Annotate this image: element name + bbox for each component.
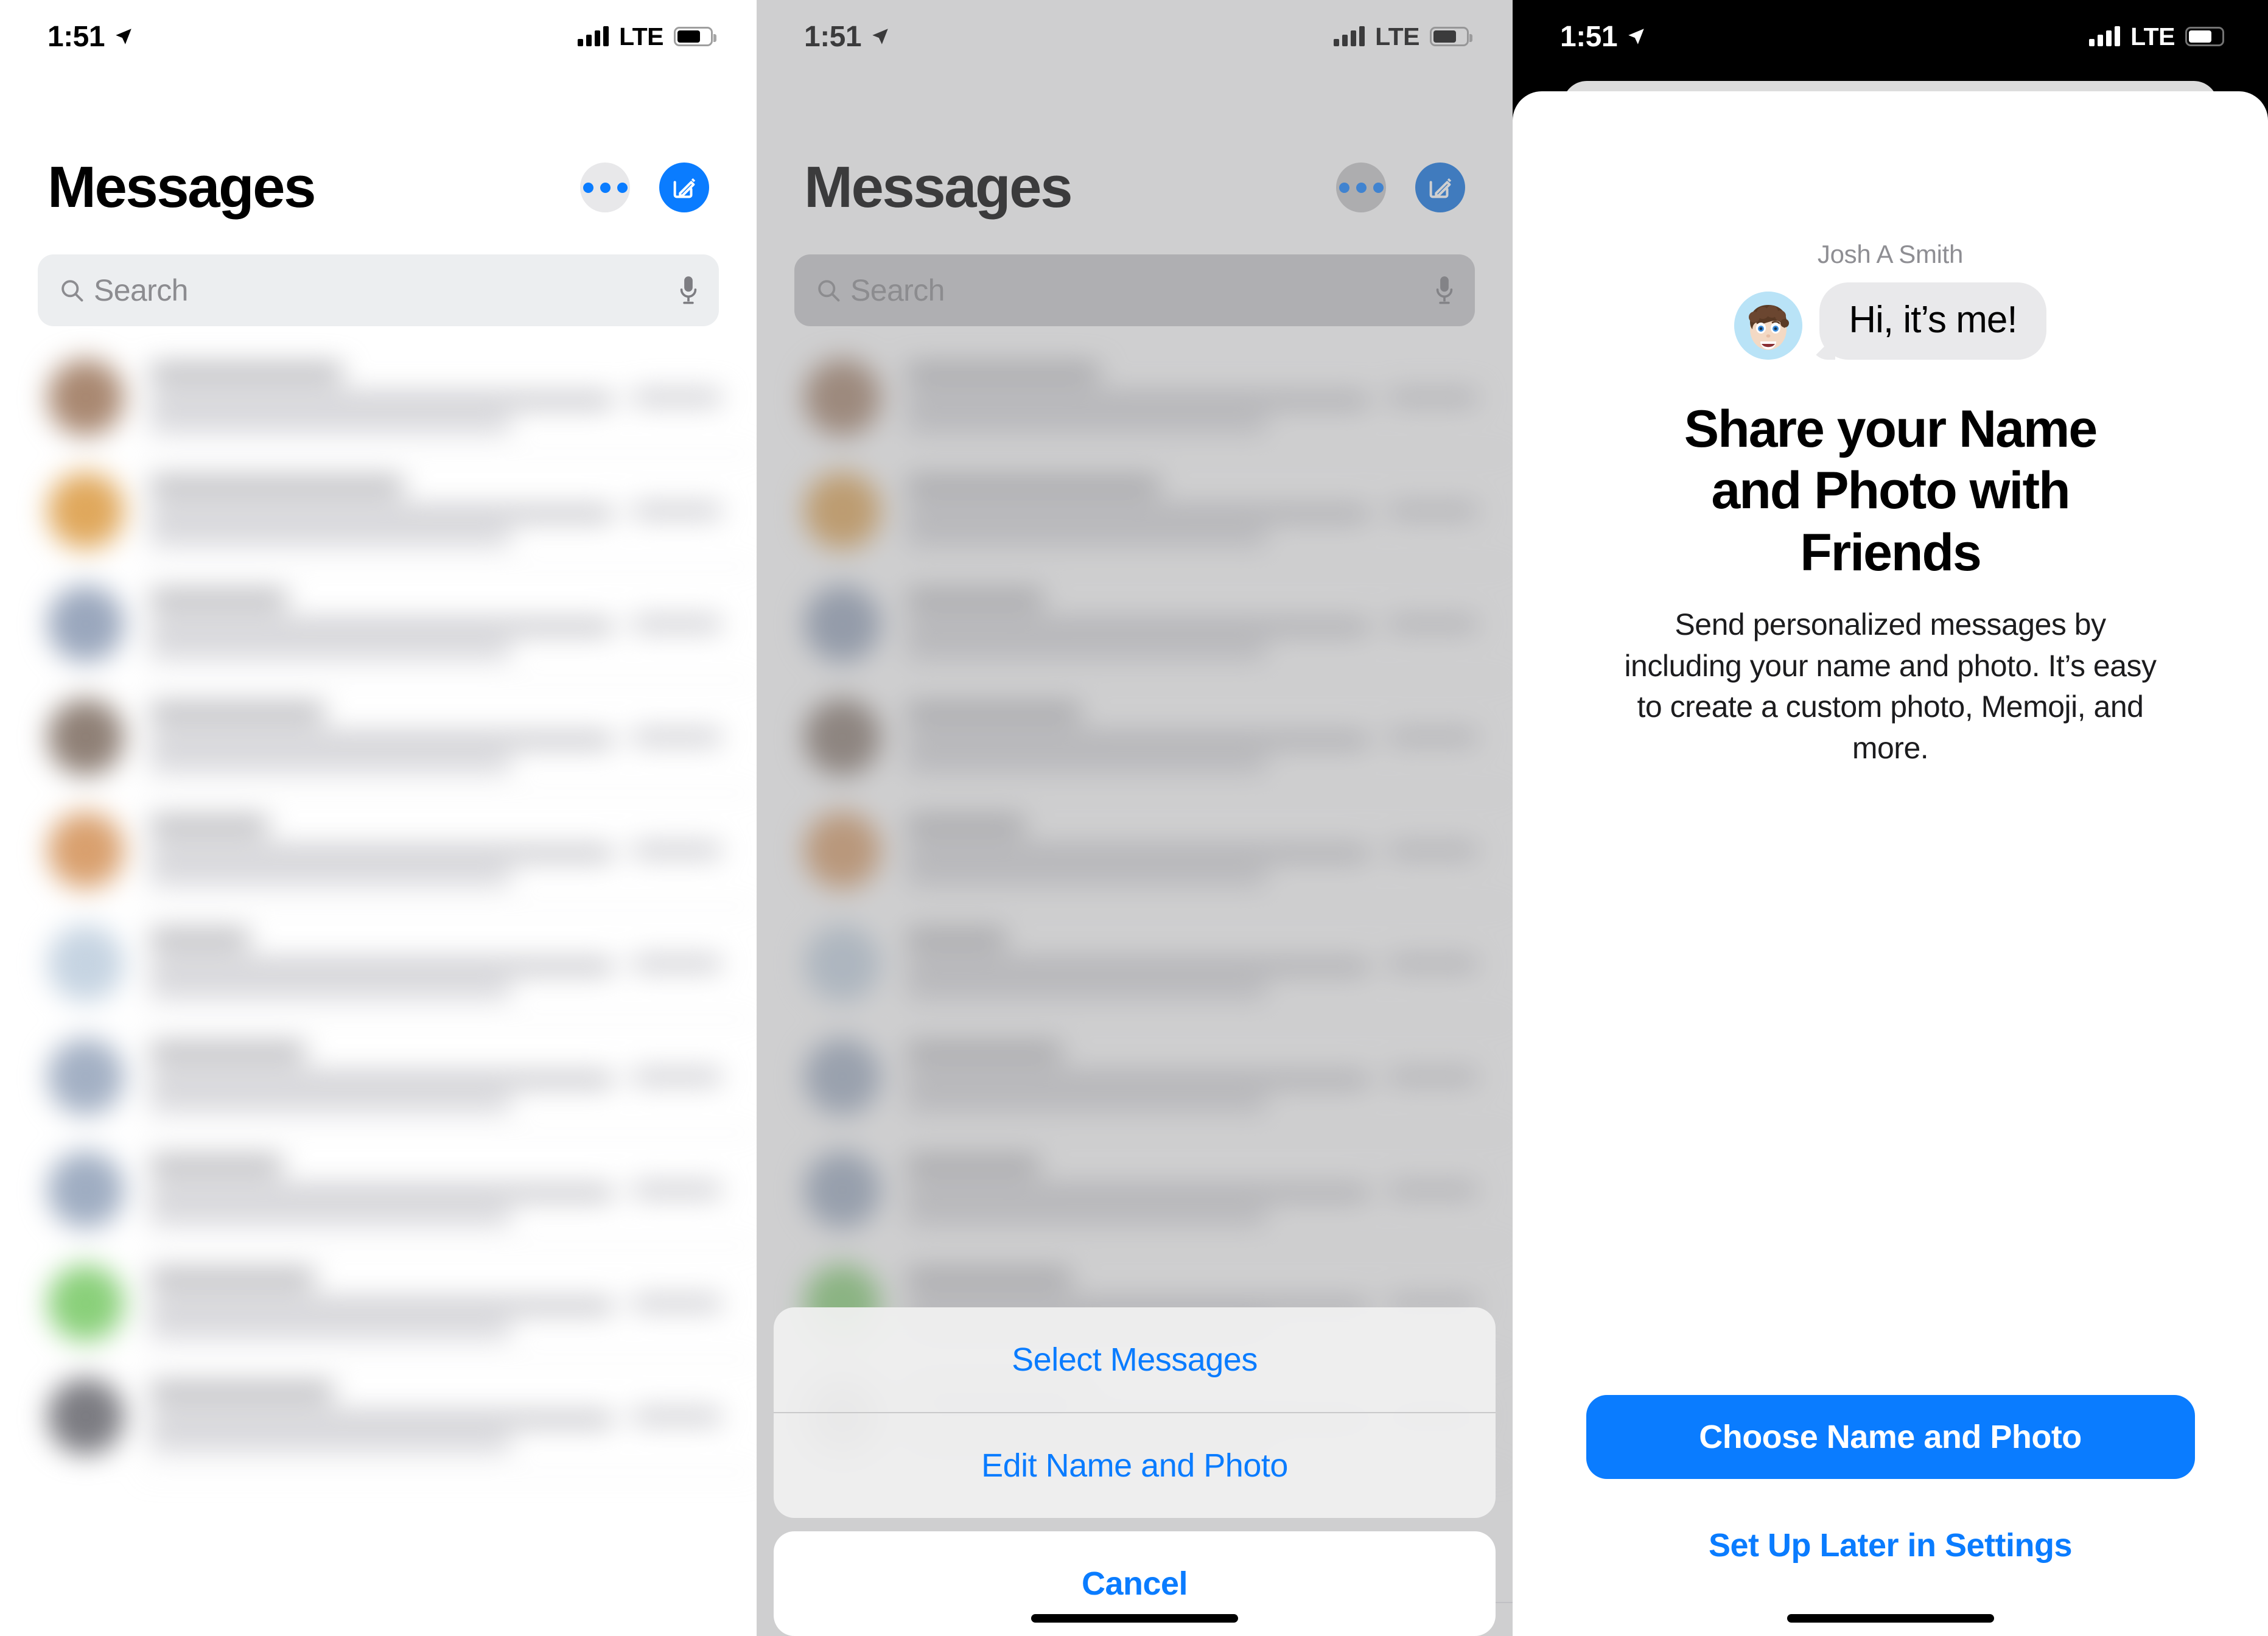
action-sheet: Select Messages Edit Name and Photo Canc… xyxy=(774,1307,1496,1636)
status-bar-time-group: 1:51 xyxy=(1560,20,1647,54)
avatar xyxy=(47,1038,124,1115)
action-sheet-options: Select Messages Edit Name and Photo xyxy=(774,1307,1496,1518)
screenshot-triptych: 1:51 LTE Messages Search 1:51 LTE Messag… xyxy=(0,0,2268,1636)
avatar xyxy=(47,925,124,1002)
home-indicator[interactable] xyxy=(1787,1614,1994,1623)
share-name-photo-modal: Josh A Smith Hi, it’s me! Share your Nam… xyxy=(1513,91,2268,1636)
preview-sender-name: Josh A Smith xyxy=(1817,240,1964,268)
location-arrow-icon xyxy=(116,29,131,44)
compose-icon xyxy=(673,178,696,198)
panel-share-name-photo: 1:51 LTE Josh A Smith Hi, it’s me! Share… xyxy=(1513,0,2268,1636)
search-icon xyxy=(61,280,83,302)
more-button[interactable] xyxy=(580,163,630,212)
status-time: 1:51 xyxy=(47,20,105,53)
timestamp xyxy=(631,504,723,517)
battery-icon xyxy=(2185,27,2228,46)
status-bar: 1:51 LTE xyxy=(0,0,757,73)
network-label: LTE xyxy=(619,22,663,51)
microphone-icon[interactable] xyxy=(679,273,698,307)
home-indicator[interactable] xyxy=(1031,1614,1238,1623)
avatar xyxy=(47,699,124,775)
search-input[interactable]: Search xyxy=(94,273,679,308)
preview-bubble-row: Hi, it’s me! xyxy=(1734,282,2046,360)
timestamp xyxy=(631,1296,723,1310)
modal-body: Send personalized messages by including … xyxy=(1624,607,2157,765)
modal-actions: Choose Name and Photo Set Up Later in Se… xyxy=(1513,1395,2268,1636)
choose-name-and-photo-button[interactable]: Choose Name and Photo xyxy=(1586,1395,2195,1479)
status-bar-indicators: LTE xyxy=(2089,22,2228,51)
timestamp xyxy=(631,844,723,857)
avatar xyxy=(47,812,124,889)
messages-header: Messages xyxy=(0,158,757,217)
message-bubble: Hi, it’s me! xyxy=(1819,282,2046,360)
timestamp xyxy=(631,391,723,404)
avatar xyxy=(47,586,124,662)
compose-button[interactable] xyxy=(659,163,709,212)
status-bar-time-group: 1:51 xyxy=(47,20,134,54)
network-label: LTE xyxy=(2130,22,2175,51)
timestamp xyxy=(631,957,723,970)
action-edit-name-and-photo[interactable]: Edit Name and Photo xyxy=(774,1413,1496,1518)
list-item[interactable] xyxy=(0,794,757,907)
search-bar[interactable]: Search xyxy=(38,254,719,326)
avatar xyxy=(47,1378,124,1455)
avatar xyxy=(47,472,124,549)
message-preview: Josh A Smith Hi, it’s me! xyxy=(1734,240,2046,360)
ellipsis-icon xyxy=(583,182,593,193)
timestamp xyxy=(631,730,723,744)
list-item[interactable] xyxy=(0,567,757,680)
avatar xyxy=(47,359,124,436)
timestamp xyxy=(631,1410,723,1423)
list-item[interactable] xyxy=(0,1133,757,1246)
set-up-later-button[interactable]: Set Up Later in Settings xyxy=(1709,1526,2073,1564)
cellular-signal-icon xyxy=(578,26,609,46)
conversation-list[interactable] xyxy=(0,341,757,1636)
list-item[interactable] xyxy=(0,454,757,567)
status-bar-indicators: LTE xyxy=(578,22,716,51)
status-time: 1:51 xyxy=(1560,20,1618,53)
memoji-avatar-icon xyxy=(1734,292,1803,360)
timestamp xyxy=(631,617,723,631)
battery-icon xyxy=(674,27,716,46)
list-item[interactable] xyxy=(0,907,757,1020)
list-item[interactable] xyxy=(0,680,757,794)
timestamp xyxy=(631,1183,723,1197)
page-title: Messages xyxy=(47,155,316,220)
list-item[interactable] xyxy=(0,1360,757,1473)
list-item[interactable] xyxy=(0,1020,757,1133)
location-arrow-icon xyxy=(1628,29,1644,44)
list-item[interactable] xyxy=(0,1246,757,1360)
header-buttons xyxy=(580,163,709,212)
modal-title: Share your Name and Photo with Friends xyxy=(1684,400,2098,582)
panel-action-sheet: 1:51 LTE Messages Search Select Messages… xyxy=(757,0,1513,1636)
timestamp xyxy=(631,1070,723,1083)
cellular-signal-icon xyxy=(2089,26,2121,46)
status-bar: 1:51 LTE xyxy=(1513,0,2268,73)
avatar xyxy=(47,1265,124,1341)
panel-messages-list: 1:51 LTE Messages Search xyxy=(0,0,757,1636)
list-item[interactable] xyxy=(0,341,757,454)
avatar xyxy=(47,1152,124,1228)
action-select-messages[interactable]: Select Messages xyxy=(774,1307,1496,1412)
